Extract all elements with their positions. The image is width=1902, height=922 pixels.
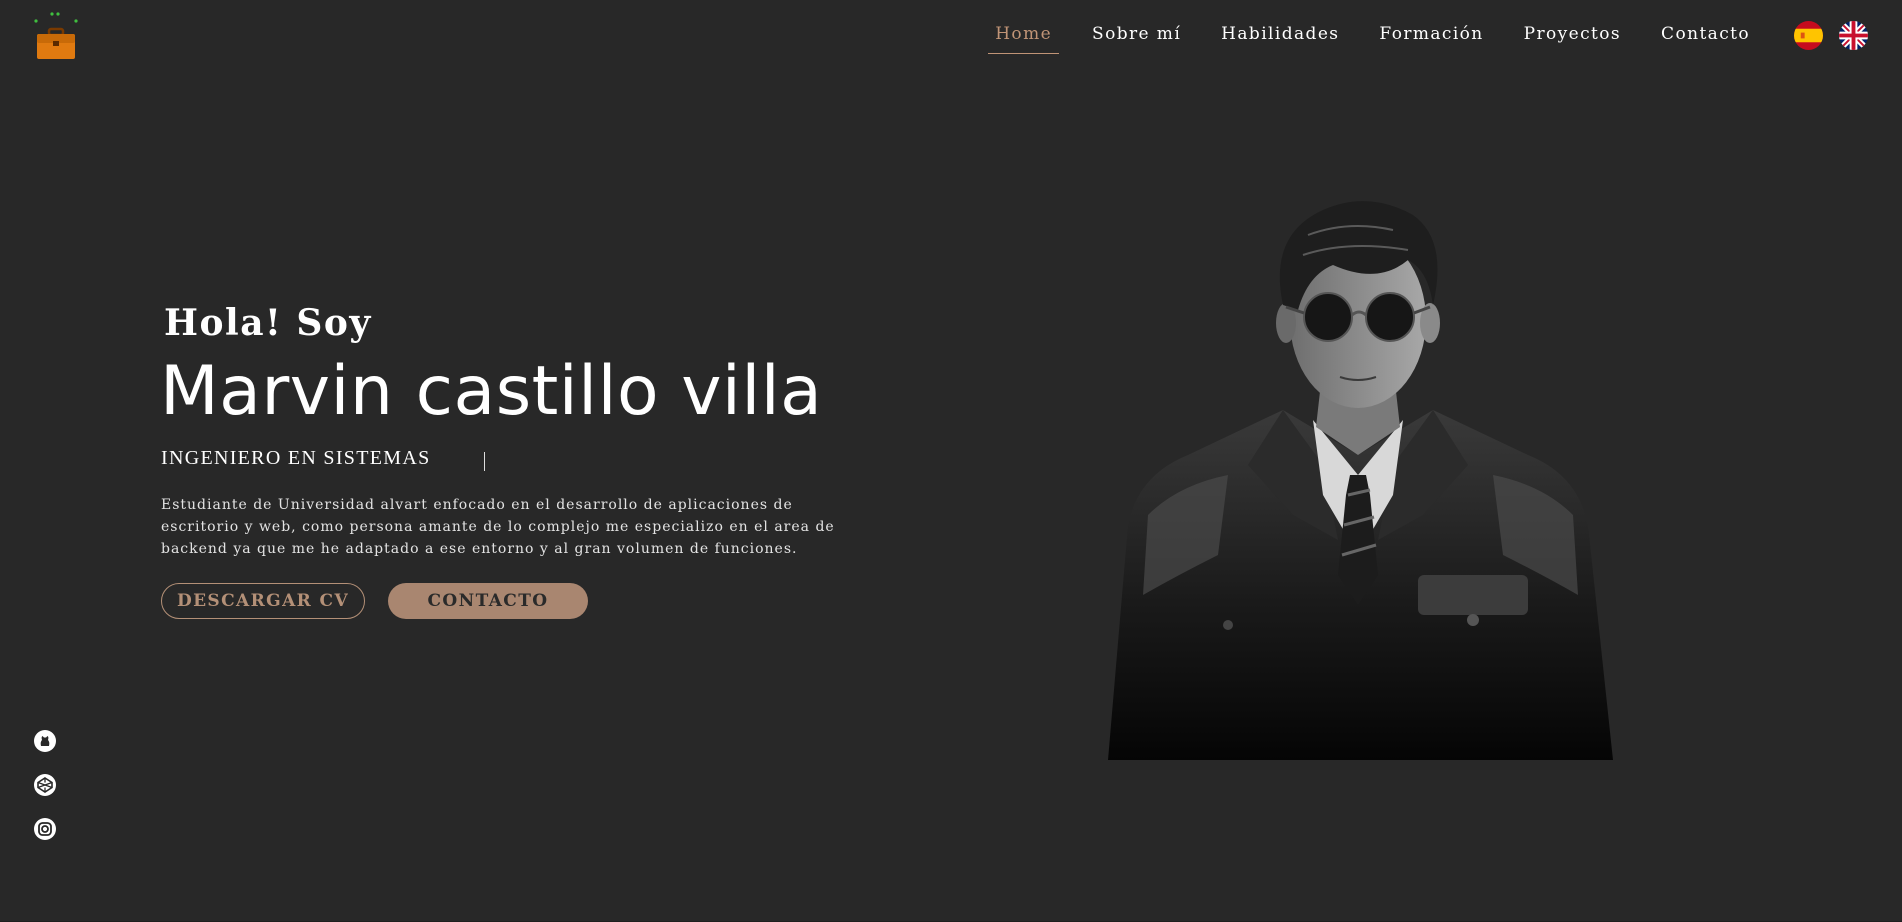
codepen-icon[interactable] <box>33 773 57 797</box>
nav-home[interactable]: Home <box>988 22 1059 54</box>
download-cv-button[interactable]: DESCARGAR CV <box>161 583 365 619</box>
briefcase-icon[interactable] <box>30 10 80 62</box>
language-switcher <box>1794 21 1868 50</box>
main-nav: Home Sobre mí Habilidades Formación Proy… <box>962 22 1757 54</box>
spain-flag-icon[interactable] <box>1794 21 1823 50</box>
hero-greeting: Hola! Soy <box>164 302 372 344</box>
uk-flag-icon[interactable] <box>1839 21 1868 50</box>
portrait-illustration <box>1108 201 1613 760</box>
github-icon[interactable] <box>33 729 57 753</box>
hero-name: Marvin castillo villa <box>160 352 823 431</box>
typing-cursor <box>484 452 485 471</box>
nav-formacion[interactable]: Formación <box>1372 22 1490 54</box>
hero-description: Estudiante de Universidad alvart enfocad… <box>161 497 835 557</box>
instagram-icon[interactable] <box>33 817 57 841</box>
hero-role: INGENIERO EN SISTEMAS <box>161 447 431 469</box>
contact-button[interactable]: CONTACTO <box>388 583 588 619</box>
nav-proyectos[interactable]: Proyectos <box>1517 22 1628 54</box>
nav-contacto[interactable]: Contacto <box>1654 22 1757 54</box>
nav-sobre-mi[interactable]: Sobre mí <box>1085 22 1188 54</box>
nav-habilidades[interactable]: Habilidades <box>1214 22 1346 54</box>
